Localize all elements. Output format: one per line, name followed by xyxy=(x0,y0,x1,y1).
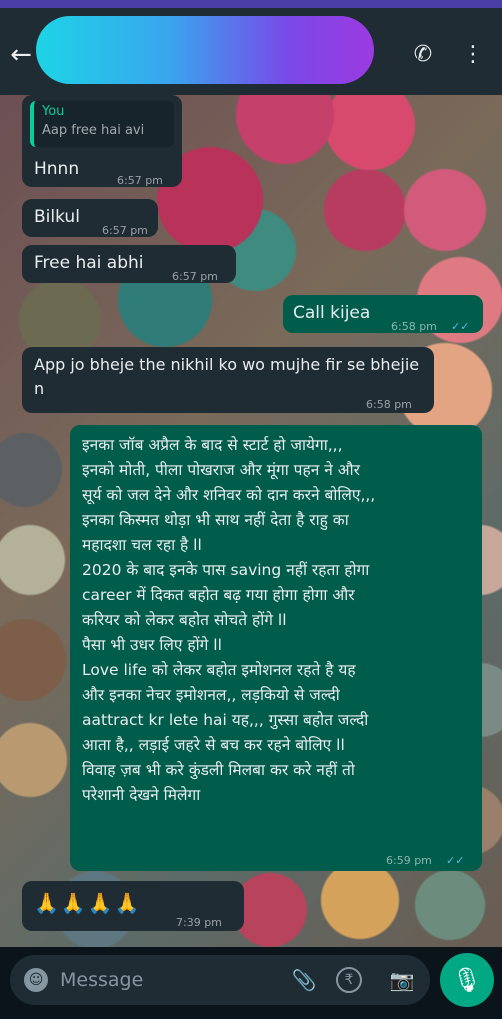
message-text: Free hai abhi xyxy=(34,253,144,273)
message-text: Hnnn xyxy=(34,159,80,179)
message-time: 6:58 pm xyxy=(366,398,412,411)
quoted-text: Aap free hai avi xyxy=(42,123,145,138)
quoted-reply[interactable]: You Aap free hai avi xyxy=(30,101,174,147)
attach-icon[interactable]: 📎 xyxy=(290,966,318,994)
quoted-author: You xyxy=(42,104,65,119)
message-text: Call kijea xyxy=(293,303,371,323)
message-time: 6:57 pm xyxy=(102,224,148,237)
read-receipt-icon: ✓✓ xyxy=(446,854,465,867)
message-time: 6:59 pm xyxy=(386,854,432,867)
back-arrow-icon[interactable]: ← xyxy=(6,40,36,70)
incoming-message-bubble[interactable]: App jo bheje the nikhil ko wo mujhe fir … xyxy=(22,347,434,413)
phone-call-icon[interactable]: ✆ xyxy=(410,42,436,68)
microphone-icon[interactable]: 🎙 xyxy=(440,953,494,1007)
outgoing-message-bubble[interactable]: इनका जॉब अप्रैल के बाद से स्टार्ट हो जाय… xyxy=(70,425,482,871)
message-time: 6:57 pm xyxy=(172,270,218,283)
message-time: 6:58 pm xyxy=(391,320,437,333)
incoming-message-bubble[interactable]: Free hai abhi 6:57 pm xyxy=(22,245,236,283)
outgoing-message-bubble[interactable]: Call kijea 6:58 pm ✓✓ xyxy=(283,295,483,333)
incoming-message-bubble[interactable]: 🙏🙏🙏🙏 7:39 pm xyxy=(22,881,244,931)
emoji-icon[interactable]: ☺ xyxy=(24,968,48,992)
camera-icon[interactable]: 📷 xyxy=(388,966,416,994)
message-text: 🙏🙏🙏🙏 xyxy=(34,891,142,915)
incoming-message-bubble[interactable]: You Aap free hai avi Hnnn 6:57 pm xyxy=(22,95,182,187)
message-placeholder[interactable]: Message xyxy=(60,968,143,992)
read-receipt-icon: ✓✓ xyxy=(451,320,470,333)
message-text: इनका जॉब अप्रैल के बाद से स्टार्ट हो जाय… xyxy=(82,436,376,804)
more-options-icon[interactable]: ⋮ xyxy=(460,42,486,68)
message-input[interactable]: ☺ Message 📎 ₹ 📷 xyxy=(10,955,430,1005)
status-bar xyxy=(0,0,502,8)
incoming-message-bubble[interactable]: Bilkul 6:57 pm xyxy=(22,199,158,237)
rupee-payment-icon[interactable]: ₹ xyxy=(336,967,362,993)
contact-name-redacted[interactable] xyxy=(36,16,374,84)
compose-bar: ☺ Message 📎 ₹ 📷 🎙 xyxy=(0,947,502,1019)
message-time: 6:57 pm xyxy=(117,174,163,187)
message-text: Bilkul xyxy=(34,207,80,227)
chat-header: ← ✆ ⋮ xyxy=(0,0,502,95)
message-list: You Aap free hai avi Hnnn 6:57 pm Bilkul… xyxy=(0,95,502,947)
message-time: 7:39 pm xyxy=(176,916,222,929)
